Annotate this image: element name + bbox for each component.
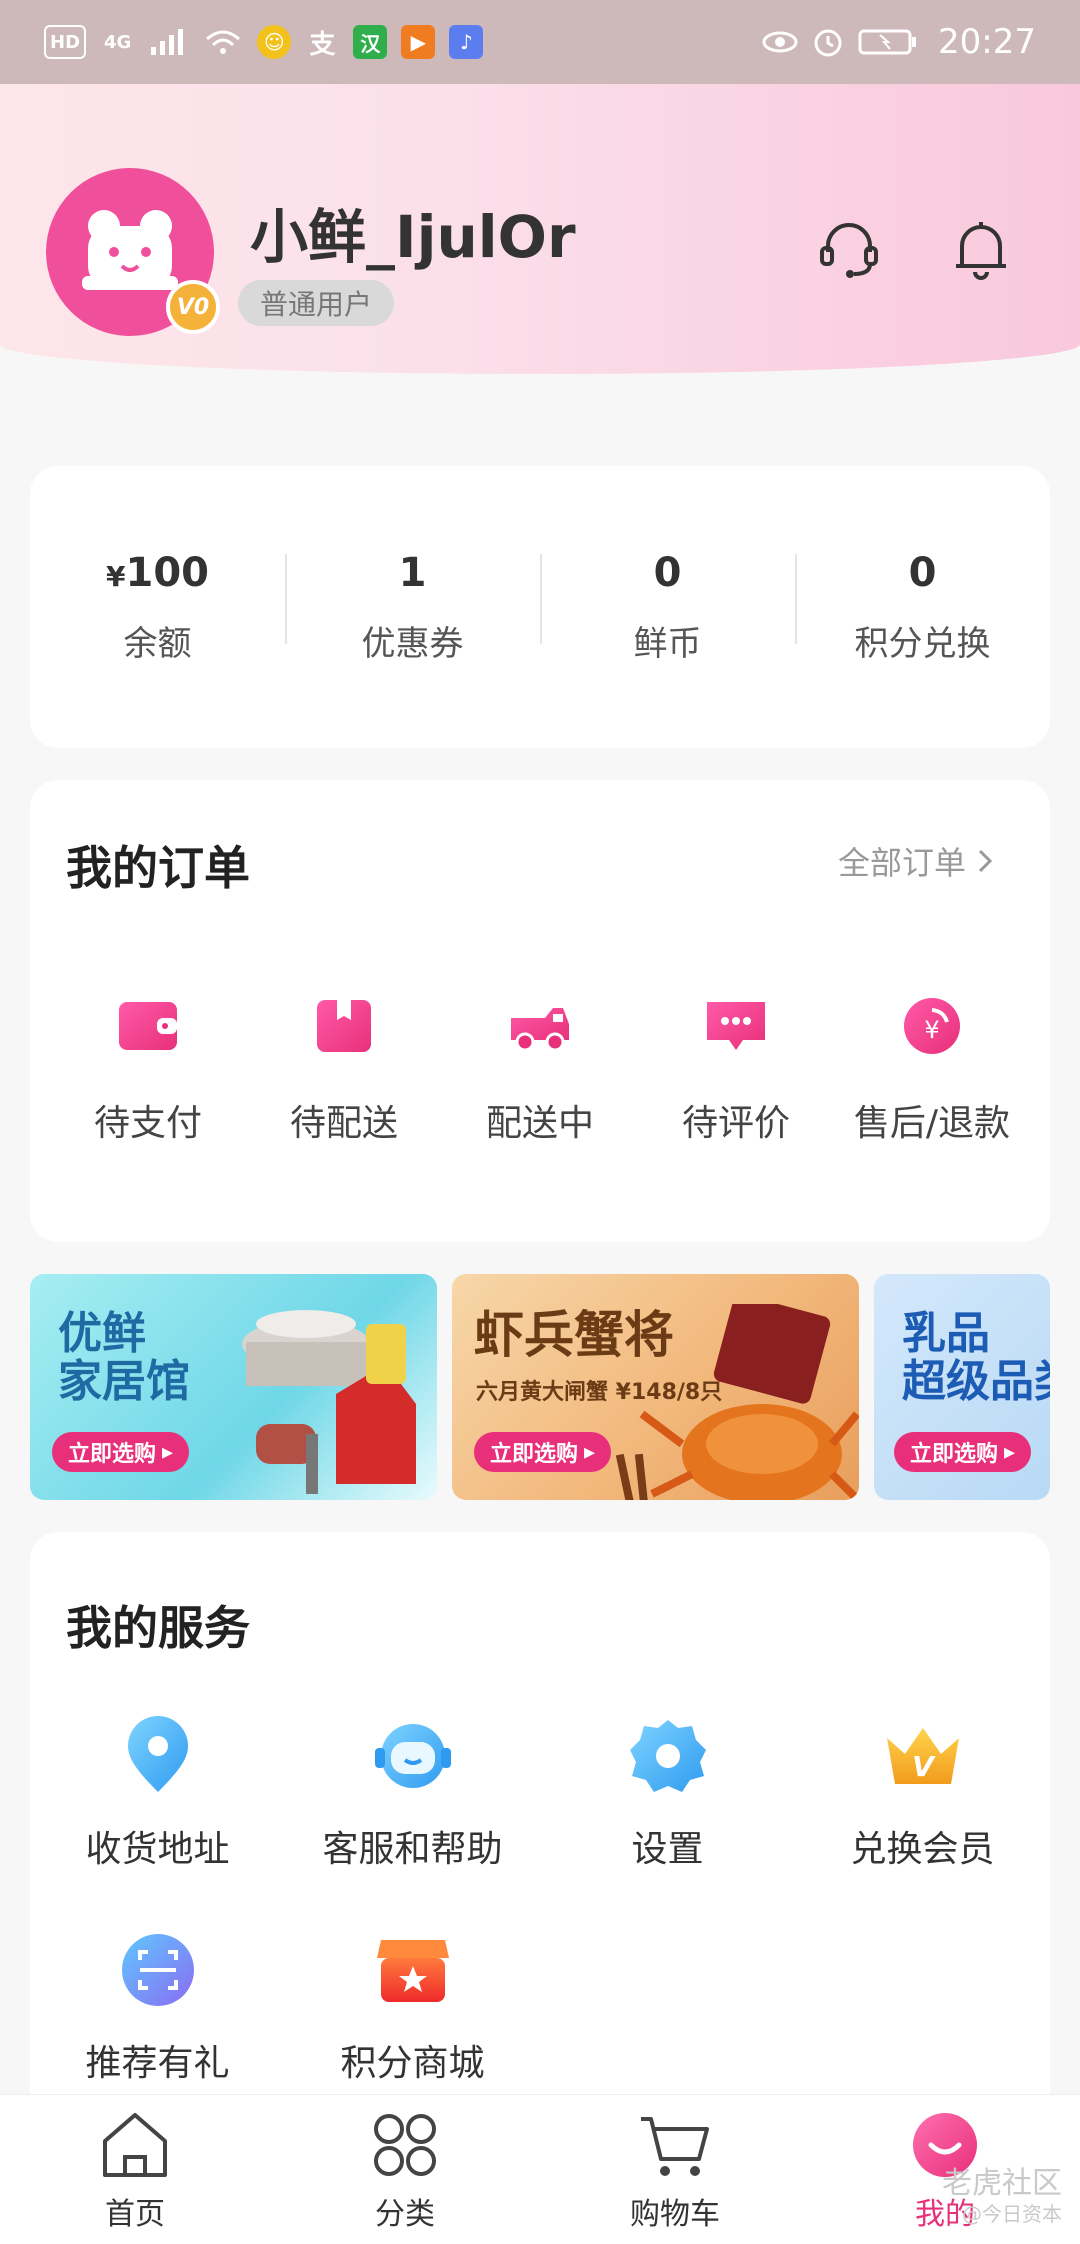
customer-service-icon [374,1724,451,1788]
category-grid-icon [374,2113,436,2176]
bottom-tab-bar: 首页 分类 购物车 我的 [0,2094,1080,2244]
notification-bell-icon[interactable] [946,214,1016,284]
network-type: 4G [104,31,132,53]
battery-icon [858,29,917,55]
signal-icon [151,29,184,55]
banner-title: 乳品 超级品类 [902,1308,1050,1408]
order-label: 待配送 [289,1103,398,1144]
customer-support-headset-icon[interactable] [814,214,884,284]
status-bar: HD 4G ☺ 支 汉 ▶ ♪ 20:27 [0,0,1080,84]
stat-value: ¥100 [106,549,209,596]
refund-icon: ¥ [904,998,960,1054]
chevron-right-icon [978,849,993,873]
username: 小鲜_IjulOr [250,203,576,271]
stat-balance[interactable]: ¥100 余额 [30,550,285,665]
status-bar-left: HD 4G ☺ 支 汉 ▶ ♪ [44,25,484,60]
vip-level-badge: V0 [166,280,220,334]
order-status-row: 待支付 待配送 配送中 待评价 ¥ 售后/退款 [30,990,1050,1146]
account-stats-card: ¥100 余额 1 优惠券 0 鲜币 0 积分兑换 [30,466,1050,748]
store-icon [376,1940,449,2002]
alipay-icon: 支 [309,29,336,60]
stat-points-exchange[interactable]: 0 积分兑换 [795,550,1050,665]
service-label: 客服和帮助 [322,1829,503,1870]
order-label: 售后/退款 [853,1103,1011,1144]
music-app-icon: ♪ [449,25,484,59]
vip-crown-icon: V [886,1728,959,1784]
service-shipping-address[interactable]: 收货地址 [30,1714,285,1872]
profile-header: 小鲜_IjulOr 普通用户 [0,84,1080,374]
tab-home[interactable]: 首页 [35,2107,235,2233]
service-customer-help[interactable]: 客服和帮助 [285,1714,540,1872]
services-title: 我的服务 [66,1601,250,1655]
tab-label: 首页 [105,2196,165,2232]
service-label: 收货地址 [85,1829,230,1870]
stat-value: 1 [398,549,427,596]
my-orders-card: 我的订单 全部订单 待支付 待配送 配送中 待评价 ¥ 售后/退款 [30,780,1050,1242]
svg-text:¥: ¥ [924,1016,939,1044]
user-level-badge[interactable]: 普通用户 [238,280,395,326]
service-label: 兑换会员 [850,1829,995,1870]
tab-label: 分类 [375,2196,435,2232]
stat-coupons[interactable]: 1 优惠券 [285,550,540,665]
cart-icon [641,2116,709,2176]
all-orders-link[interactable]: 全部订单 [838,838,994,884]
order-pending-delivery[interactable]: 待配送 [254,990,434,1146]
order-pending-payment[interactable]: 待支付 [58,990,238,1146]
order-label: 配送中 [485,1103,594,1144]
settings-gear-icon [629,1720,706,1792]
alarm-icon [814,29,842,57]
location-pin-icon [127,1716,188,1792]
watermark: 老虎社区 @今日资本 [942,2166,1062,2226]
home-icon [103,2112,167,2177]
comment-icon [707,1002,765,1050]
service-referral-rewards[interactable]: 推荐有礼 [30,1928,285,2086]
status-bar-right: 20:27 [762,22,1036,62]
home-goods-illustration [242,1310,416,1494]
orders-title: 我的订单 [66,841,250,895]
order-label: 待评价 [681,1103,790,1144]
stat-value: 0 [653,549,682,596]
service-settings[interactable]: 设置 [540,1714,795,1872]
svg-text:V: V [912,1750,936,1783]
tab-cart[interactable]: 购物车 [575,2107,775,2233]
all-orders-label: 全部订单 [837,844,966,882]
banner-home-goods[interactable]: 优鲜 家居馆 立即选购 ▸ [30,1274,437,1500]
shop-now-button[interactable]: 立即选购 ▸ [474,1432,612,1472]
clock-time: 20:27 [938,22,1036,62]
stat-label: 优惠券 [361,623,464,664]
order-pending-review[interactable]: 待评价 [646,990,826,1146]
order-in-delivery[interactable]: 配送中 [450,990,630,1146]
stat-fresh-coins[interactable]: 0 鲜币 [540,550,795,665]
video-app-icon: ▶ [401,25,436,59]
tab-label: 购物车 [630,2196,720,2232]
shop-now-button[interactable]: 立即选购 ▸ [894,1432,1032,1472]
crab-illustration [615,1304,859,1500]
delivery-truck-icon [511,1008,569,1052]
service-points-mall[interactable]: 积分商城 [285,1928,540,2086]
wifi-icon [206,30,241,54]
shop-now-button[interactable]: 立即选购 ▸ [52,1432,190,1472]
stat-label: 积分兑换 [854,623,991,664]
service-redeem-membership[interactable]: V 兑换会员 [795,1714,1050,1872]
package-icon [317,1000,371,1052]
wallet-icon [119,1002,177,1050]
eye-comfort-icon [762,31,798,53]
order-label: 待支付 [93,1103,202,1144]
banner-title: 优鲜 家居馆 [58,1308,190,1408]
app-notification-icon: ☺ [257,25,292,59]
service-label: 推荐有礼 [85,2043,230,2084]
service-label: 积分商城 [340,2043,485,2084]
stat-label: 余额 [123,623,192,664]
translate-app-icon: 汉 [353,25,388,59]
order-after-sales-refund[interactable]: ¥ 售后/退款 [842,990,1022,1146]
stat-label: 鲜币 [633,623,702,664]
hd-indicator: HD [44,25,87,59]
banner-dairy[interactable]: 乳品 超级品类 立即选购▸ [874,1274,1050,1500]
services-grid: 收货地址 客服和帮助 设置 V 兑换会员 推荐有礼 积分商城 [30,1714,1050,2086]
stat-value: 0 [908,549,937,596]
scan-icon [121,1934,194,2006]
banner-seafood[interactable]: 虾兵蟹将 六月黄大闸蟹 ¥148/8只 立即选购 ▸ [452,1274,859,1500]
service-label: 设置 [631,1829,704,1870]
tab-category[interactable]: 分类 [305,2107,505,2233]
